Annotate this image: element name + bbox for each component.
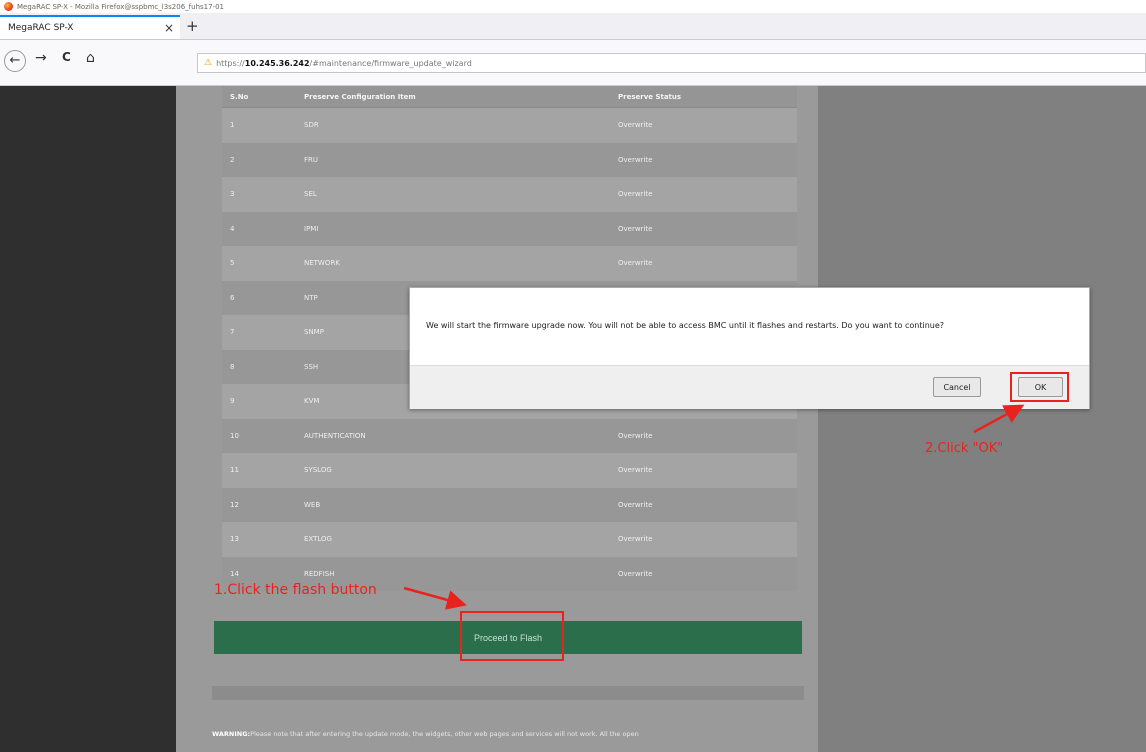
url-scheme: https:// — [216, 58, 245, 68]
progress-strip — [212, 686, 804, 700]
row-status: Overwrite — [618, 466, 653, 475]
row-status: Overwrite — [618, 155, 653, 164]
table-row: 12 WEB Overwrite — [222, 487, 797, 522]
row-status: Overwrite — [618, 224, 653, 233]
row-sno: 14 — [230, 569, 239, 578]
warning-label: WARNING: — [212, 730, 251, 738]
table-row: 10 AUTHENTICATION Overwrite — [222, 418, 797, 453]
table-row: 2 FRU Overwrite — [222, 142, 797, 177]
tab-megarac[interactable]: MegaRAC SP-X × — [0, 15, 180, 39]
header-sno: S.No — [230, 92, 249, 101]
row-status: Overwrite — [618, 535, 653, 544]
close-tab-icon[interactable]: × — [164, 21, 174, 35]
new-tab-button[interactable]: + — [186, 17, 199, 35]
row-item: AUTHENTICATION — [304, 431, 366, 440]
row-sno: 12 — [230, 500, 239, 509]
warning-body: Please note that after entering the upda… — [250, 730, 639, 738]
home-button[interactable]: ⌂ — [86, 50, 95, 66]
row-sno: 9 — [230, 397, 235, 406]
tab-bar: MegaRAC SP-X × + — [0, 13, 1146, 40]
table-row: 3 SEL Overwrite — [222, 177, 797, 212]
table-header: S.No Preserve Configuration Item Preserv… — [222, 86, 797, 108]
row-item: IPMI — [304, 224, 319, 233]
row-item: SSH — [304, 362, 319, 371]
url-bar[interactable]: ⚠ https://10.245.36.242/#maintenance/fir… — [197, 53, 1146, 73]
row-item: REDFISH — [304, 569, 335, 578]
step1-annotation: 1.Click the flash button — [214, 582, 377, 598]
row-status: Overwrite — [618, 500, 653, 509]
row-sno: 7 — [230, 328, 235, 337]
row-sno: 1 — [230, 121, 235, 130]
window-title: MegaRAC SP-X - Mozilla Firefox@sspbmc_l3… — [17, 2, 224, 11]
row-item: SNMP — [304, 328, 324, 337]
confirm-dialog: We will start the firmware upgrade now. … — [409, 287, 1090, 409]
tab-label: MegaRAC SP-X — [8, 23, 74, 33]
url-path: /#maintenance/firmware_update_wizard — [309, 58, 472, 68]
table-row: 1 SDR Overwrite — [222, 108, 797, 143]
dialog-message: We will start the firmware upgrade now. … — [426, 321, 945, 330]
forward-button[interactable]: → — [35, 50, 47, 66]
url-host: 10.245.36.242 — [244, 58, 310, 68]
table-row: 13 EXTLOG Overwrite — [222, 522, 797, 557]
row-sno: 6 — [230, 293, 235, 302]
step2-annotation: 2.Click "OK" — [925, 441, 1004, 456]
row-item: SYSLOG — [304, 466, 332, 475]
row-status: Overwrite — [618, 431, 653, 440]
dialog-footer: Cancel OK — [410, 365, 1089, 409]
row-item: NTP — [304, 293, 318, 302]
row-status: Overwrite — [618, 121, 653, 130]
warning-lock-icon[interactable]: ⚠ — [204, 58, 212, 68]
row-item: FRU — [304, 155, 319, 164]
warning-text: WARNING:Please note that after entering … — [212, 727, 812, 741]
row-status: Overwrite — [618, 259, 653, 268]
right-backdrop — [818, 86, 1146, 752]
row-sno: 2 — [230, 155, 235, 164]
back-button[interactable]: ← — [4, 50, 26, 72]
row-item: WEB — [304, 500, 321, 509]
window-titlebar: MegaRAC SP-X - Mozilla Firefox@sspbmc_l3… — [0, 0, 1146, 13]
cancel-button[interactable]: Cancel — [933, 377, 981, 397]
row-sno: 5 — [230, 259, 235, 268]
row-sno: 4 — [230, 224, 235, 233]
reload-button[interactable]: C — [62, 50, 71, 64]
firefox-logo-icon — [4, 2, 13, 11]
header-item: Preserve Configuration Item — [304, 92, 416, 101]
navigation-toolbar: ← → C ⌂ ⚠ https://10.245.36.242/#mainten… — [0, 40, 1146, 86]
row-status: Overwrite — [618, 190, 653, 199]
table-row: 11 SYSLOG Overwrite — [222, 453, 797, 488]
sidebar — [0, 86, 176, 752]
table-row: 4 IPMI Overwrite — [222, 211, 797, 246]
row-item: SEL — [304, 190, 317, 199]
row-item: KVM — [304, 397, 320, 406]
row-sno: 11 — [230, 466, 239, 475]
row-item: NETWORK — [304, 259, 340, 268]
row-item: SDR — [304, 121, 319, 130]
row-item: EXTLOG — [304, 535, 332, 544]
header-status: Preserve Status — [618, 92, 682, 101]
table-row: 5 NETWORK Overwrite — [222, 246, 797, 281]
row-sno: 10 — [230, 431, 239, 440]
ok-highlight-box — [1010, 372, 1069, 402]
row-sno: 3 — [230, 190, 235, 199]
row-sno: 13 — [230, 535, 239, 544]
row-sno: 8 — [230, 362, 235, 371]
row-status: Overwrite — [618, 569, 653, 578]
flash-highlight-box — [460, 611, 564, 661]
